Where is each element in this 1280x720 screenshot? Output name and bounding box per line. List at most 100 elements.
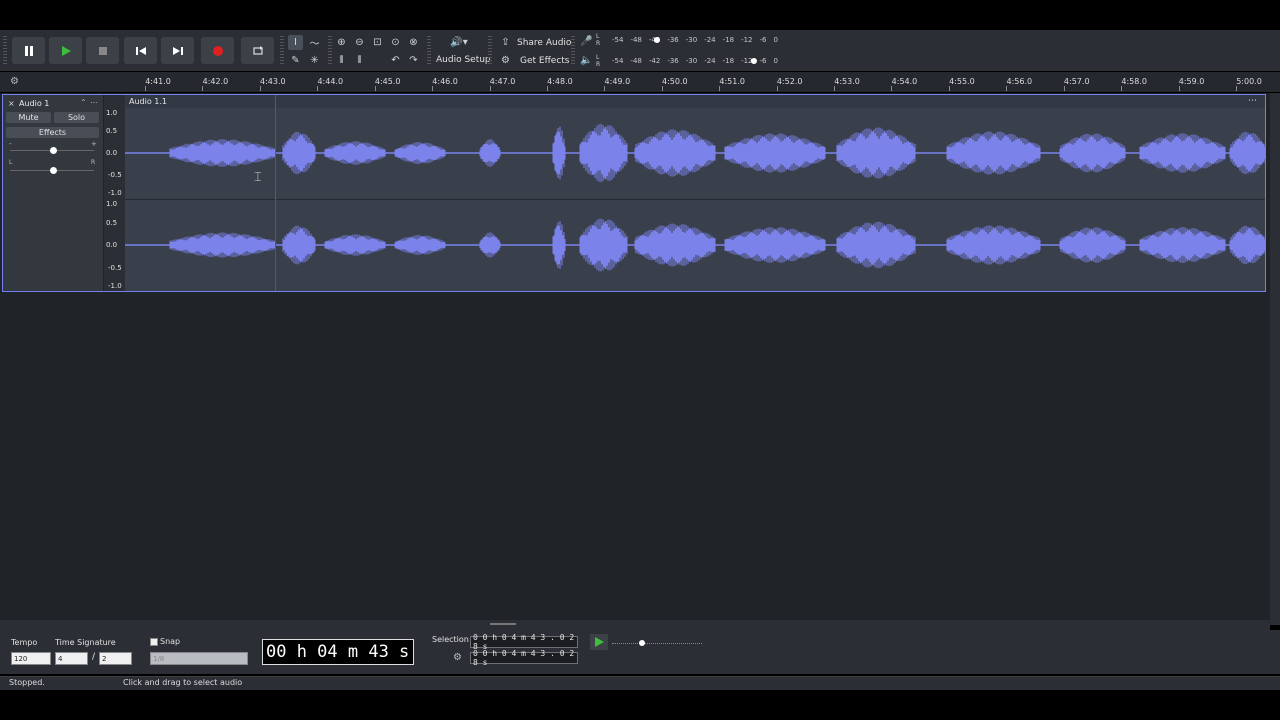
snap-label: Snap [160,637,181,646]
playback-speed-slider[interactable] [612,643,702,645]
selection-label: Selection [432,635,469,644]
ruler-tick-label: 4:59.0 [1178,77,1205,86]
snap-checkbox[interactable] [150,638,158,646]
ruler-major-tick [776,86,778,91]
ruler-tick-label: 4:42.0 [202,77,229,86]
status-hint: Click and drag to select audio [123,678,243,687]
ruler-major-tick [719,86,721,91]
ruler-tick-label: 5:00.0 [1236,77,1262,86]
audio-setup-button[interactable]: Audio Setup [436,55,491,65]
ruler-major-tick [604,86,606,91]
record-meter-slider-handle[interactable] [654,37,660,43]
tempo-label: Tempo [11,638,38,647]
ruler-tick-label: 4:51.0 [719,77,746,86]
track-selection-border [2,94,1266,292]
toolbar-grip[interactable] [571,36,575,66]
toolbar-grip[interactable] [328,36,332,66]
toolbar-grip[interactable] [488,36,492,66]
window-top-bar [0,0,1280,30]
audio-setup-icon[interactable]: 🔊▾ [446,35,472,50]
ruler-major-tick [202,86,204,91]
record-button[interactable] [201,37,234,64]
playback-channel-l: L [596,54,600,61]
ruler-major-tick [948,86,950,91]
loop-icon [252,45,263,55]
ruler-tick-label: 4:41.0 [145,77,171,86]
playback-channel-r: R [596,61,601,68]
selection-end-field[interactable]: 0 0 h 0 4 m 4 3 . 0 2 8 s [470,649,578,667]
time-display[interactable]: 00 h 04 m 43 s [262,639,414,665]
time-sig-lower-select[interactable]: 2 [99,652,132,665]
envelope-tool-icon[interactable]: 〜 [307,35,322,50]
play-icon [595,637,604,647]
selection-start-field[interactable]: 0 0 h 0 4 m 4 3 . 0 2 8 s [470,633,578,651]
time-sig-separator: / [92,652,96,662]
ruler-major-tick [145,86,146,91]
record-channel-r: R [596,40,601,47]
time-signature-label: Time Signature [55,638,116,647]
horizontal-scrollbar[interactable] [0,620,1270,630]
timeline-settings-icon[interactable]: ⚙ [10,76,19,87]
play-icon [61,45,71,56]
ruler-major-tick [1121,86,1123,91]
get-effects-icon: ⚙ [501,55,510,66]
ruler-major-tick [259,86,261,91]
skip-end-icon [172,46,183,55]
share-audio-button[interactable]: Share Audio [517,38,571,48]
play-at-speed-button[interactable] [590,634,608,650]
tempo-input[interactable]: 120 [11,652,51,665]
multi-tool-icon[interactable]: ✳ [307,53,322,68]
ruler-major-tick [317,86,319,91]
undo-icon[interactable]: ↶ [388,53,403,68]
ruler-tick-label: 4:57.0 [1063,77,1090,86]
draw-tool-icon[interactable]: ✎ [288,53,303,68]
stop-icon [98,46,107,55]
stop-button[interactable] [86,37,119,64]
ruler-major-tick [374,86,376,91]
resize-handle[interactable] [490,623,516,625]
toolbar-grip[interactable] [3,36,7,66]
ruler-major-tick [432,86,434,91]
microphone-icon[interactable]: 🎤 [579,34,594,49]
record-icon [212,45,223,56]
playback-meter-slider-handle[interactable] [751,58,757,64]
fit-project-icon[interactable]: ⊙ [388,35,403,50]
selection-settings-icon[interactable]: ⚙ [453,652,462,663]
selection-tool-icon[interactable]: I [288,35,303,50]
toolbar-grip[interactable] [427,36,431,66]
ruler-major-tick [489,86,491,91]
ruler-major-tick [1006,86,1008,91]
status-state: Stopped. [9,678,45,687]
ruler-major-tick [891,86,893,91]
speaker-icon[interactable]: 🔈 [579,53,594,68]
skip-start-icon [135,46,146,55]
skip-start-button[interactable] [124,37,157,64]
trim-audio-icon[interactable]: ⦀ [334,53,349,68]
toolbar-grip[interactable] [280,36,284,66]
skip-end-button[interactable] [161,37,194,64]
snap-select[interactable]: 1/8 [150,652,248,665]
screen-bottom [0,690,1280,720]
silence-audio-icon[interactable]: ⦀ [352,53,367,68]
zoom-out-icon[interactable]: ⊖ [352,35,367,50]
play-button[interactable] [49,37,82,64]
playback-speed-handle[interactable] [639,640,645,646]
ruler-tick-label: 4:45.0 [374,77,401,86]
ruler-major-tick [546,86,548,91]
ruler-tick-label: 4:56.0 [1006,77,1033,86]
vertical-scrollbar[interactable] [1270,93,1280,625]
ruler-tick-label: 4:58.0 [1121,77,1147,86]
pause-button[interactable] [12,37,45,64]
redo-icon[interactable]: ↷ [406,53,421,68]
ruler-major-tick [834,86,836,91]
ruler-major-tick [661,86,663,91]
zoom-toggle-icon[interactable]: ⊗ [406,35,421,50]
zoom-in-icon[interactable]: ⊕ [334,35,349,50]
loop-button[interactable] [241,37,274,64]
ruler-major-tick [1236,86,1237,91]
time-sig-upper-input[interactable]: 4 [55,652,88,665]
get-effects-button[interactable]: Get Effects [520,56,570,66]
fit-selection-icon[interactable]: ⊡ [370,35,385,50]
ruler-tick-label: 4:43.0 [260,77,286,86]
record-meter[interactable]: -54 -48 -42 -36 -30 -24 -18 -12 -6 0 [612,35,780,45]
